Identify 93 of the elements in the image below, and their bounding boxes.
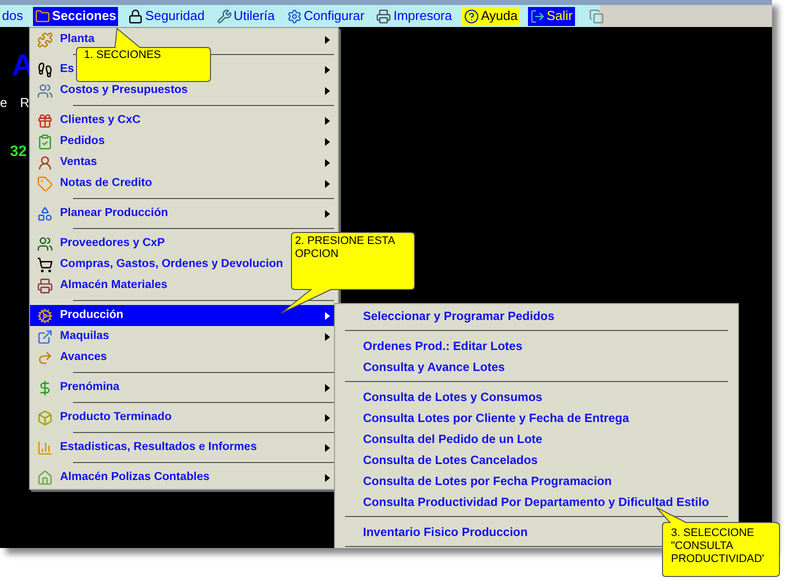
- menu-bar-item[interactable]: Salir: [528, 6, 575, 26]
- tag-icon: [37, 176, 53, 192]
- submenu-item[interactable]: Consulta de Lotes y Consumos: [335, 386, 738, 407]
- menu-item[interactable]: Almacén Polizas Contables: [30, 467, 338, 488]
- menu-item[interactable]: Almacén Materiales: [30, 275, 338, 296]
- menu-item[interactable]: Notas de Credito: [30, 173, 338, 194]
- block-icon: [37, 410, 53, 426]
- submenu-arrow-icon: [325, 384, 330, 392]
- menu-item-label: Planear Producción: [60, 206, 168, 221]
- submenu-arrow-icon: [325, 138, 330, 146]
- submenu-arrow-icon: [325, 444, 330, 452]
- submenu-item[interactable]: Consulta Lotes por Cliente y Fecha de Entrega: [335, 407, 738, 428]
- callout-text: 3. SELECCIONE "CONSULTA PRODUCTIVIDAD': [671, 527, 766, 566]
- menu-item-label: Avances: [60, 350, 107, 365]
- menu-item-label: Notas de Credito: [60, 176, 152, 191]
- submenu-arrow-icon: [325, 180, 330, 188]
- help-icon: [464, 8, 479, 24]
- menu-bar-item[interactable]: Ayuda: [462, 6, 520, 26]
- settings-icon: [286, 8, 302, 24]
- callout-text: 2. PRESIONE ESTA OPCION: [295, 235, 396, 261]
- menu-bar-item[interactable]: Configurar: [284, 6, 366, 26]
- submenu-arrow-icon: [325, 86, 330, 94]
- menu-item-label: Costos y Presupuestos: [60, 82, 188, 98]
- menu-bar-item[interactable]: dos: [0, 6, 25, 26]
- chart-icon: [37, 440, 53, 456]
- submenu-arrow-icon: [325, 36, 330, 44]
- menu-bar-item[interactable]: Impresora: [374, 6, 454, 26]
- menu-bar-item[interactable]: Seguridad: [126, 6, 207, 26]
- arrow-icon: [37, 350, 53, 366]
- menu-item-label: Pedidos: [60, 134, 105, 149]
- menu-item[interactable]: Planta: [30, 29, 338, 50]
- wrench-icon: [216, 8, 232, 24]
- submenu-arrow-icon: [325, 332, 330, 340]
- menu-bar-item[interactable]: Secciones: [32, 6, 118, 26]
- menu-item-label: Prenómina: [60, 380, 120, 395]
- submenu-item[interactable]: Consulta y Avance Lotes: [335, 356, 738, 377]
- background-text: 32: [10, 142, 27, 162]
- printer-icon: [37, 278, 53, 294]
- gear-icon: [37, 308, 53, 324]
- puzzle-icon: [37, 32, 53, 48]
- submenu-arrow-icon: [325, 66, 330, 74]
- menu-item-label: Maquilas: [60, 328, 110, 344]
- shapes-icon: [37, 206, 53, 222]
- menu-item[interactable]: Pedidos: [30, 131, 338, 152]
- submenu-arrow-icon: [325, 474, 330, 482]
- menu-item[interactable]: Maquilas: [30, 326, 338, 347]
- menu-item-label: Compras, Gastos, Ordenes y Devolucion: [60, 256, 284, 272]
- exit-icon: [530, 8, 545, 24]
- gift-icon: [37, 112, 53, 128]
- submenu-arrow-icon: [325, 116, 330, 124]
- submenu-item[interactable]: Seleccionar y Programar Pedidos: [335, 305, 738, 326]
- checklist-icon: [37, 134, 53, 150]
- menu-item[interactable]: Avances: [30, 347, 338, 368]
- house-icon: [37, 470, 53, 486]
- menu-item[interactable]: Planear Producción: [30, 203, 338, 224]
- printer-icon: [376, 8, 392, 24]
- menu-item-label: Almacén Polizas Contables: [60, 470, 210, 485]
- lock-icon: [128, 8, 144, 24]
- menu-item[interactable]: Ventas: [30, 152, 338, 173]
- background-text: e: [0, 94, 8, 112]
- windows-icon[interactable]: [588, 8, 604, 24]
- menu-item[interactable]: Prenómina: [30, 377, 338, 398]
- menu-item-label: Producto Terminado: [60, 410, 172, 425]
- submenu-arrow-icon: [325, 158, 330, 166]
- submenu-item[interactable]: Consulta Productividad Por Departamento y Dificultad Estilo: [335, 491, 738, 512]
- menu-item-label: Producción: [60, 308, 124, 323]
- menu-item-label: Almacén Materiales: [60, 278, 168, 293]
- menu-item[interactable]: Clientes y CxC: [30, 110, 338, 131]
- callout-text: 1. SECCIONES: [84, 49, 162, 62]
- menu-item[interactable]: Costos y Presupuestos: [30, 80, 338, 101]
- background-text: R: [20, 94, 30, 112]
- menu-item-label: Proveedores y CxP: [60, 236, 165, 251]
- figures-icon: [37, 82, 53, 98]
- menu-item-label: Estadisticas, Resultados e Informes: [60, 440, 257, 455]
- submenu-item[interactable]: Ordenes Prod.: Editar Lotes: [335, 335, 738, 356]
- menu-item[interactable]: Estadisticas, Resultados e Informes: [30, 437, 338, 458]
- menu-item-label: Es: [60, 62, 74, 77]
- submenu-arrow-icon: [325, 414, 330, 422]
- submenu-arrow-icon: [325, 312, 330, 320]
- cart-icon: [37, 256, 53, 272]
- arrow-box-icon: [37, 328, 53, 344]
- folder-icon: [34, 8, 50, 24]
- menu-bar-item[interactable]: Utilería: [214, 6, 277, 26]
- submenu-item[interactable]: Consulta del Pedido de un Lote: [335, 428, 738, 449]
- menu-item-label: Clientes y CxC: [60, 112, 141, 128]
- submenu-item[interactable]: Consulta de Lotes por Fecha Programacion: [335, 470, 738, 491]
- boot-icon: [37, 62, 53, 78]
- menu-item[interactable]: Es: [30, 59, 338, 80]
- submenu-arrow-icon: [325, 210, 330, 218]
- menu-item[interactable]: Producto Terminado: [30, 407, 338, 428]
- menu-item-label: Ventas: [60, 154, 98, 170]
- submenu-item[interactable]: Consulta de Lotes Cancelados: [335, 449, 738, 470]
- menu-item-label: Planta: [60, 32, 95, 47]
